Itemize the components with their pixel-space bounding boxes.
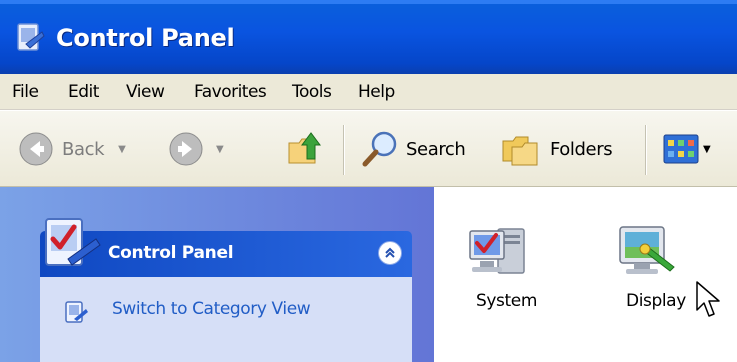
folders-button[interactable]: Folders <box>500 127 613 171</box>
forward-arrow-icon <box>169 132 203 166</box>
mouse-cursor-icon <box>696 281 720 317</box>
menu-edit[interactable]: Edit <box>68 82 99 102</box>
task-pane-header[interactable]: Control Panel <box>40 218 412 277</box>
search-icon <box>362 131 397 167</box>
menu-favorites[interactable]: Favorites <box>194 82 267 102</box>
task-pane: Control Panel Switch to Category View <box>0 187 434 362</box>
menu-bar: File Edit View Favorites Tools Help <box>0 74 737 110</box>
display-label: Display <box>626 291 686 311</box>
toolbar-separator <box>645 125 647 175</box>
forward-dropdown-icon[interactable]: ▼ <box>216 144 224 155</box>
task-pane-body: Switch to Category View <box>40 277 412 362</box>
menu-file[interactable]: File <box>12 82 39 102</box>
control-panel-icon <box>17 23 45 51</box>
category-view-icon <box>65 301 88 323</box>
up-folder-button[interactable] <box>285 127 327 171</box>
back-label: Back <box>62 138 105 160</box>
menu-view[interactable]: View <box>126 82 165 102</box>
views-dropdown-icon[interactable]: ▼ <box>703 144 711 155</box>
collapse-button[interactable] <box>378 241 402 265</box>
control-panel-icon <box>45 218 101 266</box>
toolbar: Back ▼ ▼ Search Folders ▼ <box>0 111 737 187</box>
forward-button[interactable]: ▼ <box>168 127 224 171</box>
back-dropdown-icon[interactable]: ▼ <box>118 144 126 155</box>
search-label: Search <box>406 138 466 160</box>
up-folder-icon <box>288 132 321 164</box>
system-label: System <box>476 291 537 311</box>
switch-category-view-link[interactable]: Switch to Category View <box>112 299 311 319</box>
back-button[interactable]: Back ▼ <box>18 127 126 171</box>
folders-label: Folders <box>550 138 613 160</box>
menu-tools[interactable]: Tools <box>292 82 332 102</box>
toolbar-separator <box>343 125 345 175</box>
back-arrow-icon <box>19 132 53 166</box>
views-icon <box>663 134 699 164</box>
folders-icon <box>502 136 538 166</box>
display-icon <box>619 226 675 274</box>
content-area: System Display <box>434 187 737 362</box>
search-button[interactable]: Search <box>360 127 466 171</box>
chevron-up-icon <box>385 247 395 258</box>
menu-help[interactable]: Help <box>358 82 395 102</box>
system-icon <box>469 228 525 274</box>
task-pane-title: Control Panel <box>108 243 234 263</box>
views-button[interactable]: ▼ <box>662 127 711 171</box>
title-bar[interactable]: Control Panel <box>0 0 737 74</box>
window-title: Control Panel <box>56 24 235 52</box>
